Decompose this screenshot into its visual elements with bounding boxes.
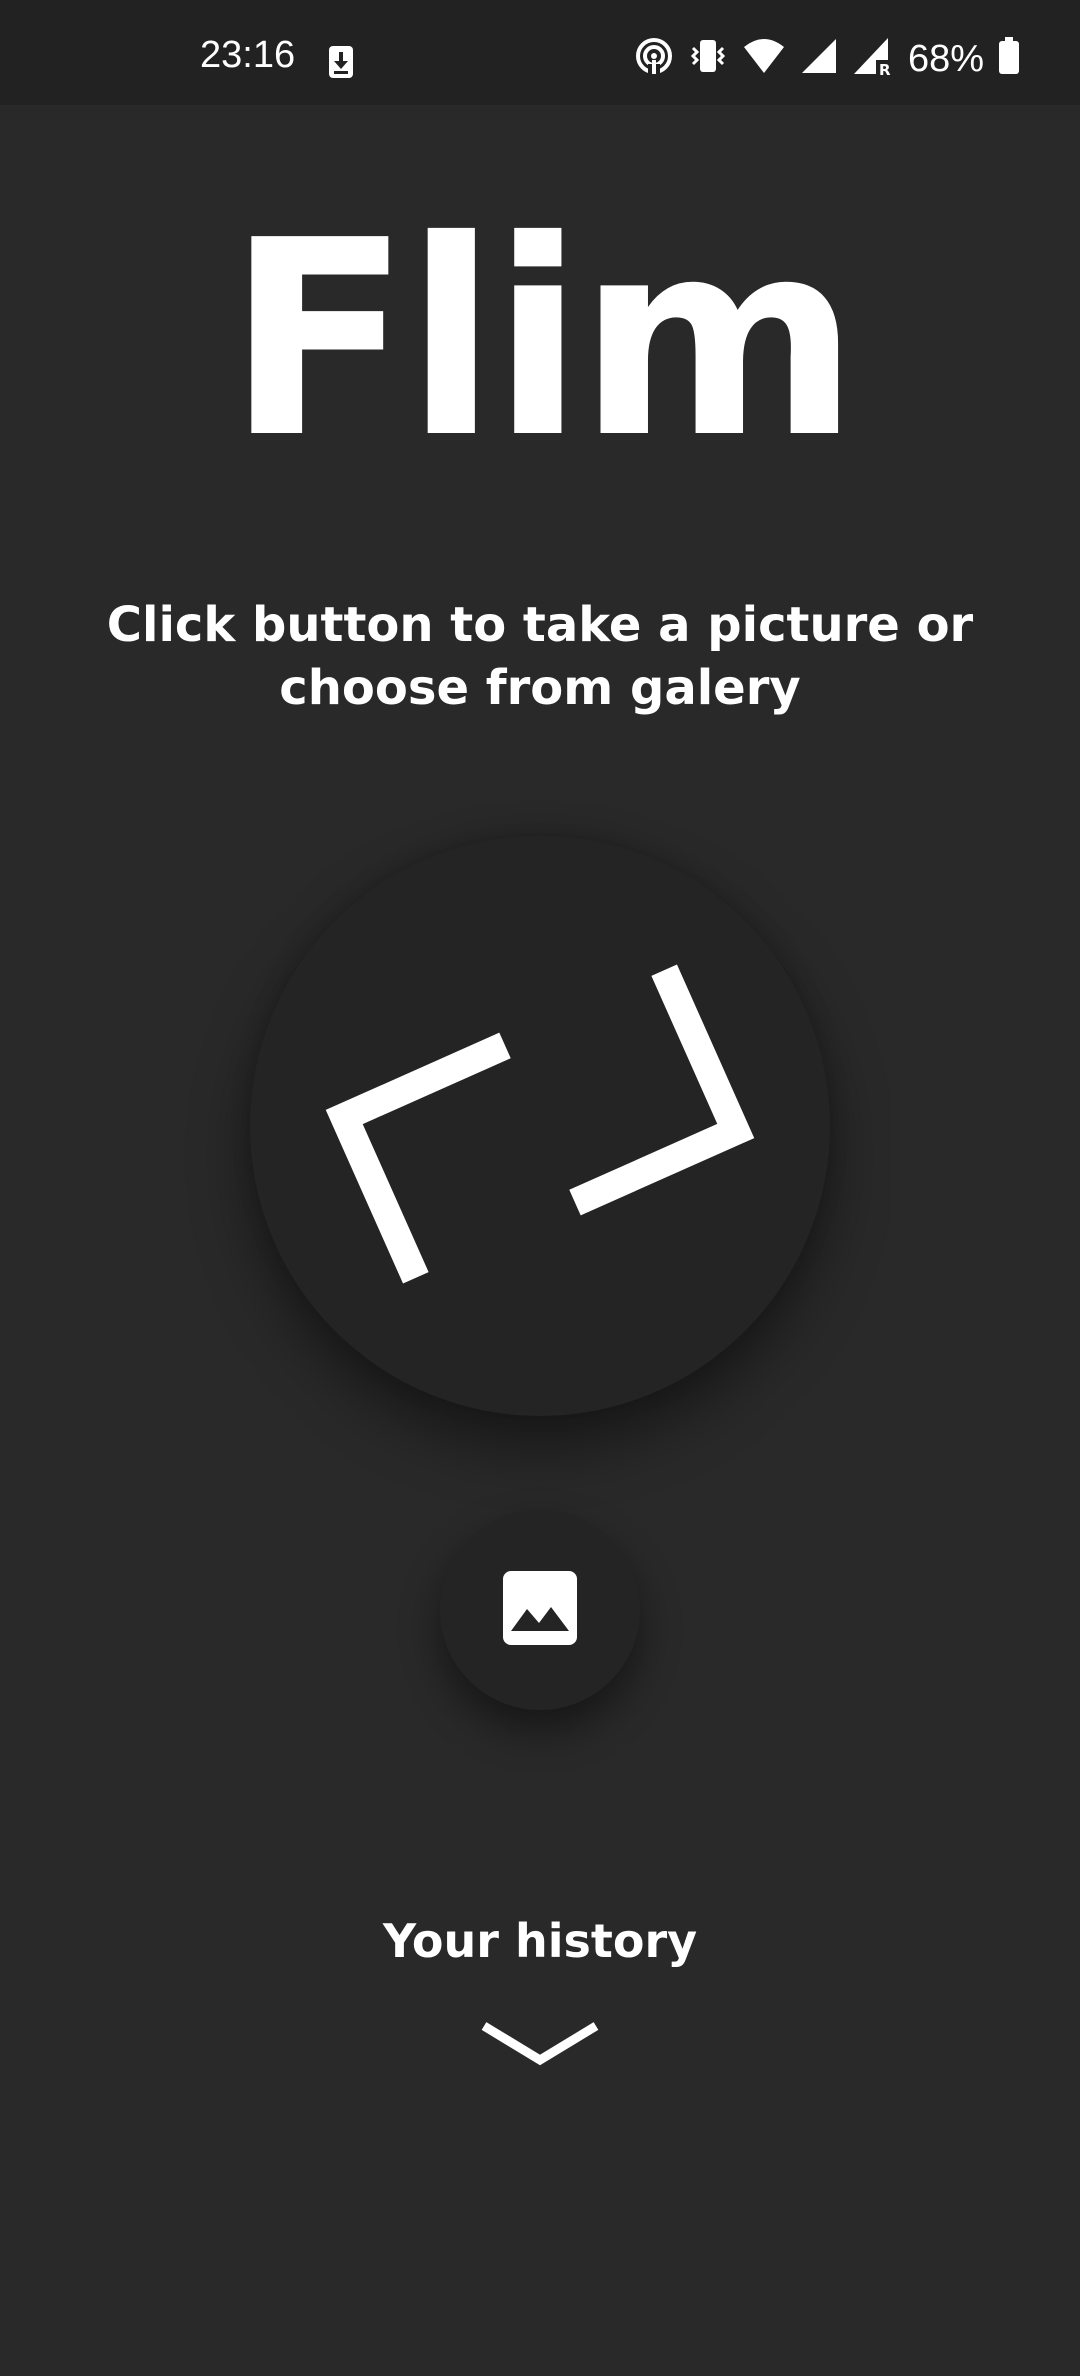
- vibrate-icon: [688, 36, 728, 81]
- battery-percent: 68%: [907, 37, 984, 80]
- app-title: Flim: [226, 182, 860, 497]
- battery-icon: [998, 37, 1020, 80]
- hotspot-icon: [634, 36, 674, 81]
- instruction-text: Click button to take a picture or choose…: [106, 597, 974, 716]
- signal-roaming-icon: R: [852, 36, 894, 81]
- image-icon: [501, 1569, 579, 1652]
- wifi-icon: [742, 37, 786, 80]
- status-time: 23:16: [200, 34, 296, 76]
- svg-text:R: R: [879, 61, 891, 76]
- choose-from-gallery-button[interactable]: [440, 1510, 640, 1710]
- status-bar: 23:16 R 68%: [0, 0, 1080, 105]
- download-icon: [328, 45, 354, 84]
- viewfinder-icon: [320, 954, 760, 1299]
- status-icons: R 68%: [634, 36, 1020, 81]
- take-picture-button[interactable]: [250, 836, 830, 1416]
- chevron-down-icon[interactable]: [480, 2020, 600, 2070]
- signal-icon: [800, 37, 838, 80]
- history-label[interactable]: Your history: [0, 1918, 1080, 1964]
